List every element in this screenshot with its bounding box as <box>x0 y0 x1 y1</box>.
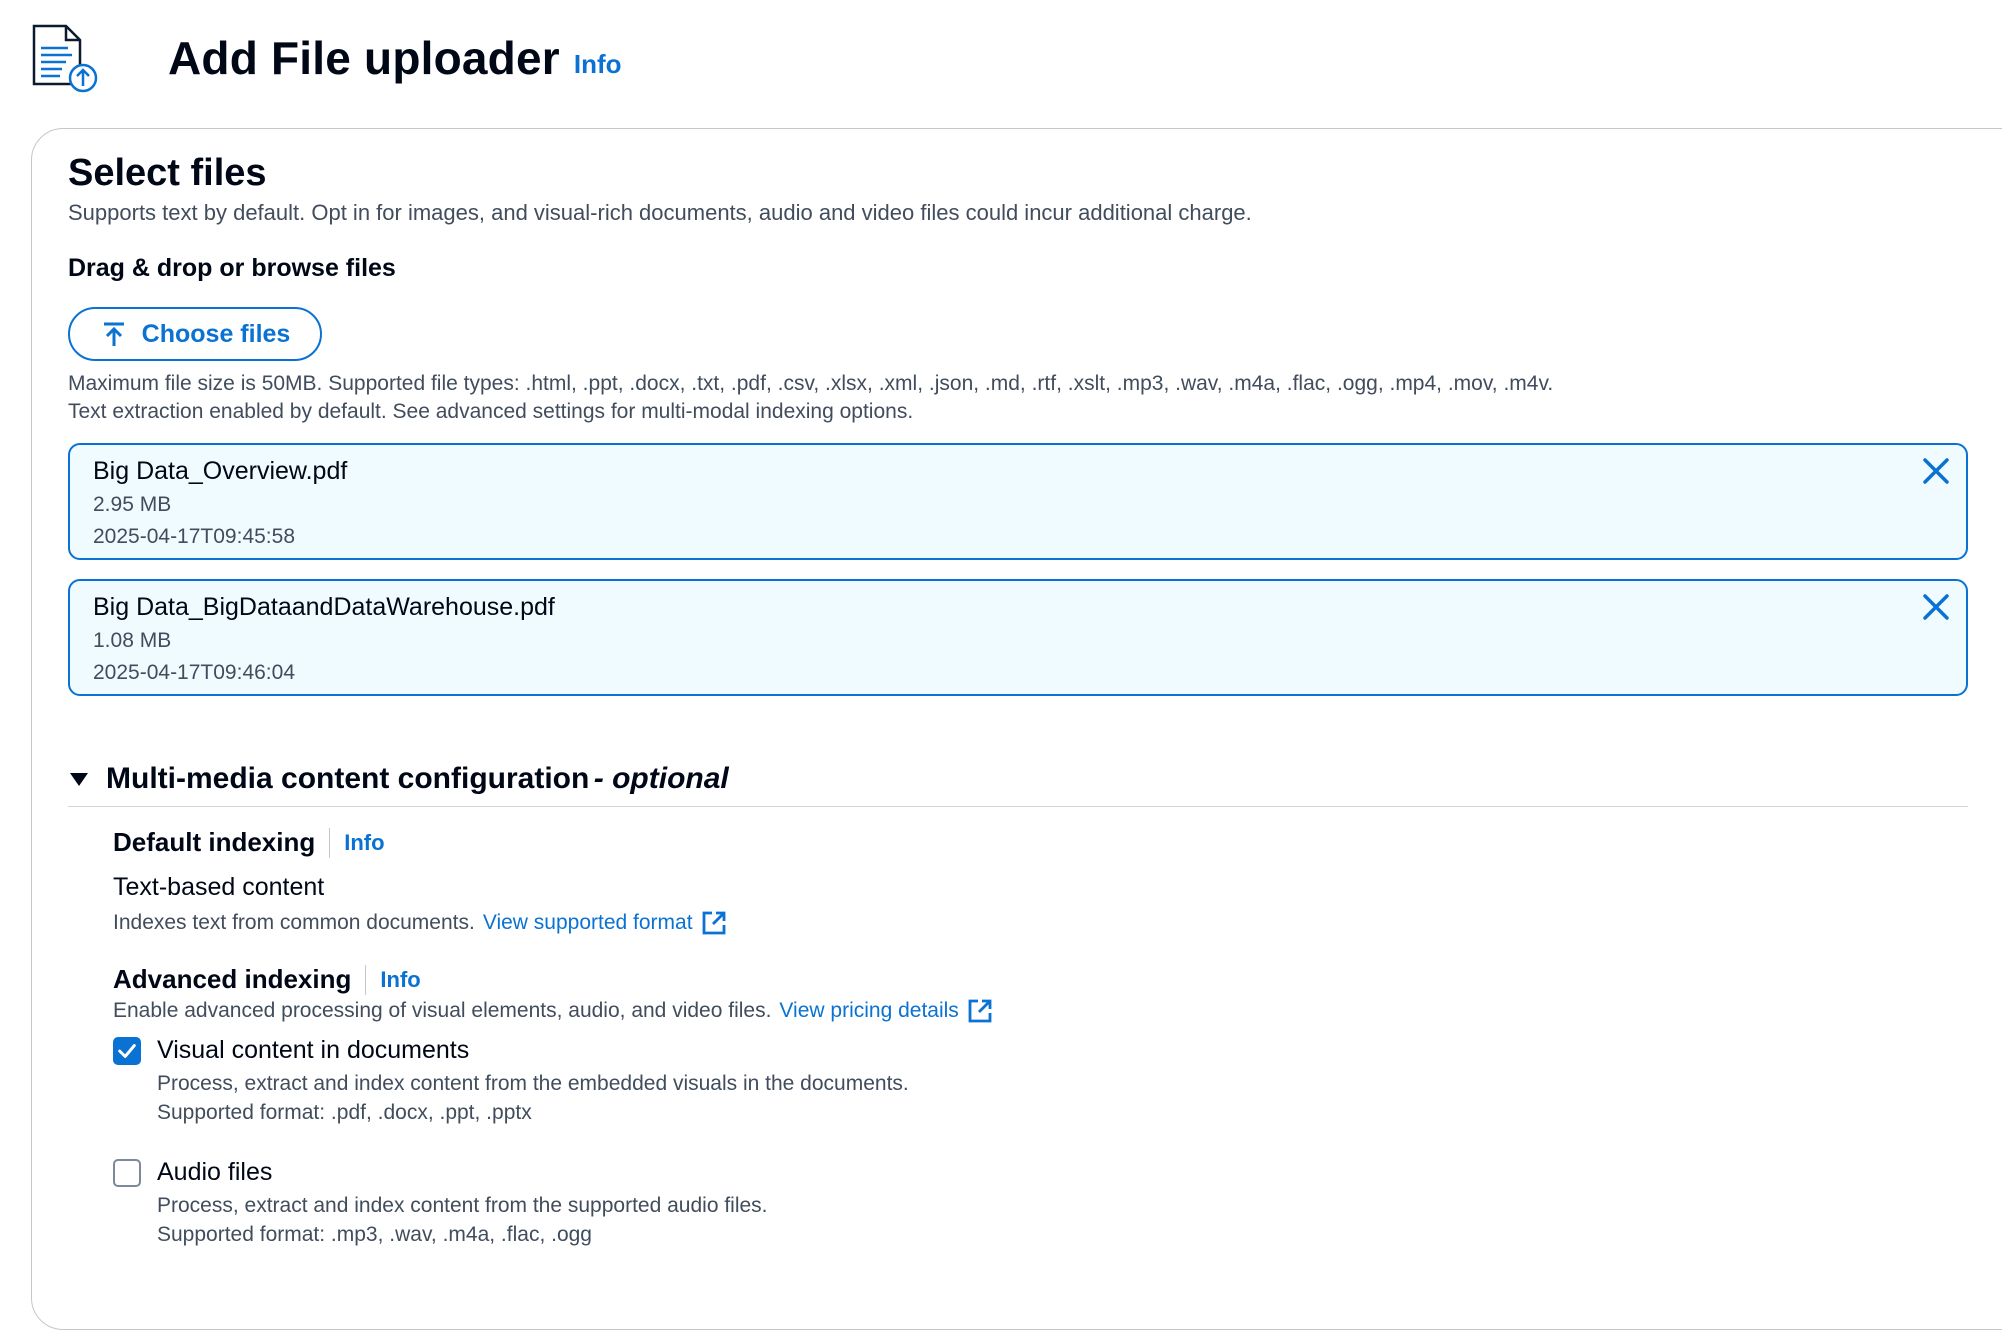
file-token: Big Data_BigDataandDataWarehouse.pdf 1.0… <box>68 579 1968 696</box>
multimedia-config-title: Multi-media content configuration <box>106 762 590 795</box>
section-divider <box>68 806 1968 807</box>
text-based-content-label: Text-based content <box>113 873 325 901</box>
extraction-note-text: Text extraction enabled by default. See … <box>68 400 914 423</box>
visual-content-option[interactable]: Visual content in documents <box>113 1036 469 1065</box>
document-upload-icon <box>32 24 98 93</box>
optional-label: - optional <box>593 762 729 795</box>
visual-content-label: Visual content in documents <box>157 1036 470 1064</box>
file-modified-date: 2025-04-17T09:45:58 <box>93 525 295 548</box>
default-indexing-info-link[interactable]: Info <box>344 830 384 856</box>
file-size: 2.95 MB <box>93 493 172 516</box>
checkmark-icon <box>118 1043 136 1058</box>
caret-down-icon <box>70 773 88 786</box>
select-files-description: Supports text by default. Opt in for ima… <box>68 200 1252 225</box>
external-link-icon <box>968 999 992 1023</box>
select-files-title: Select files <box>68 152 267 194</box>
audio-files-checkbox[interactable] <box>113 1158 141 1187</box>
advanced-indexing-info-link[interactable]: Info <box>380 967 420 993</box>
visual-content-formats: Supported format: .pdf, .docx, .ppt, .pp… <box>157 1101 532 1124</box>
file-constraint-text: Maximum file size is 50MB. Supported fil… <box>68 372 1554 395</box>
default-indexing-header: Default indexing Info <box>113 827 385 858</box>
default-indexing-text: Indexes text from common documents. <box>113 911 475 934</box>
file-token: Big Data_Overview.pdf 2.95 MB 2025-04-17… <box>68 443 1968 560</box>
advanced-indexing-description: Enable advanced processing of visual ele… <box>113 998 993 1024</box>
advanced-indexing-title: Advanced indexing <box>113 964 352 994</box>
file-modified-date: 2025-04-17T09:46:04 <box>93 661 295 684</box>
choose-files-button[interactable]: Choose files <box>68 307 322 361</box>
header-separator <box>365 964 367 995</box>
upload-arrow-icon <box>103 322 124 346</box>
visual-content-checkbox[interactable] <box>113 1036 141 1065</box>
view-supported-format-label: View supported format <box>482 911 693 934</box>
file-name: Big Data_Overview.pdf <box>93 457 348 485</box>
audio-files-description: Process, extract and index content from … <box>157 1194 768 1217</box>
file-name: Big Data_BigDataandDataWarehouse.pdf <box>93 593 555 621</box>
header-info-link[interactable]: Info <box>574 49 622 80</box>
audio-files-formats: Supported format: .mp3, .wav, .m4a, .fla… <box>157 1223 592 1246</box>
header-separator <box>329 827 331 858</box>
audio-files-option[interactable]: Audio files <box>113 1158 272 1187</box>
page-title: Add File uploader <box>168 32 560 84</box>
file-size: 1.08 MB <box>93 629 172 652</box>
external-link-icon <box>702 911 725 935</box>
choose-files-label: Choose files <box>141 319 291 348</box>
remove-file-icon[interactable] <box>1920 591 1952 623</box>
advanced-indexing-header: Advanced indexing Info <box>113 964 421 995</box>
multimedia-config-expander[interactable]: Multi-media content configuration - opti… <box>68 762 729 796</box>
remove-file-icon[interactable] <box>1920 455 1952 487</box>
page-header: Add File uploader Info <box>28 18 622 98</box>
drag-drop-label: Drag & drop or browse files <box>68 254 396 282</box>
advanced-indexing-text: Enable advanced processing of visual ele… <box>113 999 772 1022</box>
visual-content-description: Process, extract and index content from … <box>157 1072 909 1095</box>
view-pricing-details-label: View pricing details <box>779 999 959 1022</box>
upload-panel <box>31 128 2002 1330</box>
default-indexing-description: Indexes text from common documents. View… <box>113 910 727 936</box>
default-indexing-title: Default indexing <box>113 827 316 857</box>
view-pricing-details-link[interactable]: View pricing details <box>779 998 992 1024</box>
view-supported-format-link[interactable]: View supported format <box>483 910 727 936</box>
audio-files-label: Audio files <box>157 1158 273 1186</box>
